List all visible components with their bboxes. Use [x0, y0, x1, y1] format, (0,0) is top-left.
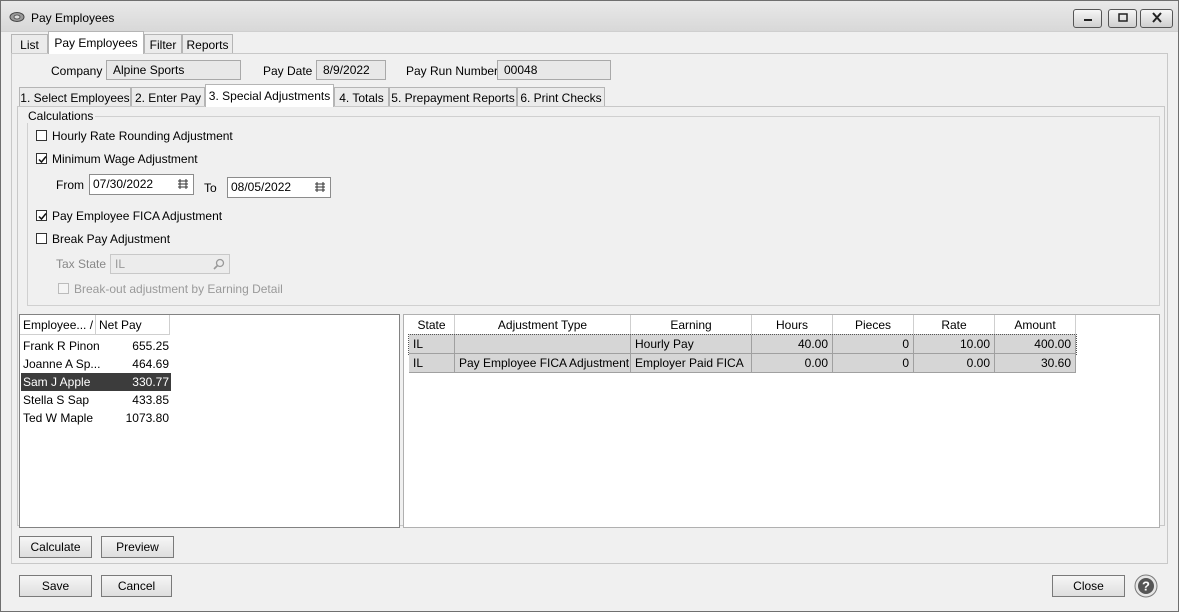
- adjustment-amount: 400.00: [995, 335, 1076, 354]
- checkmark-icon: [38, 156, 47, 164]
- employee-list[interactable]: Employee... / Net Pay Frank R Pinon 655.…: [19, 314, 400, 528]
- fica-label: Pay Employee FICA Adjustment: [52, 209, 223, 223]
- employee-row[interactable]: Stella S Sap 433.85: [21, 391, 171, 409]
- tab-enter-pay[interactable]: 2. Enter Pay: [131, 87, 205, 107]
- employee-row[interactable]: Joanne A Sp... 464.69: [21, 355, 171, 373]
- adjustments-grid[interactable]: State Adjustment Type Earning Hours Piec…: [403, 314, 1160, 528]
- tab-prepayment-reports[interactable]: 5. Prepayment Reports: [389, 87, 517, 107]
- adjustment-rate: 10.00: [914, 335, 995, 354]
- tab-reports[interactable]: Reports: [182, 34, 233, 54]
- calculations-label: Calculations: [26, 109, 96, 123]
- adjustment-type: [455, 335, 631, 354]
- to-date-input[interactable]: 08/05/2022: [227, 177, 331, 198]
- minimum-wage-label: Minimum Wage Adjustment: [52, 152, 198, 166]
- tab-special-adjustments[interactable]: 3. Special Adjustments: [205, 84, 334, 107]
- close-button[interactable]: Close: [1052, 575, 1125, 597]
- maximize-button[interactable]: [1108, 9, 1137, 28]
- employee-net-pay: 1073.80: [125, 411, 169, 425]
- help-icon[interactable]: ?: [1134, 574, 1158, 598]
- tab-pay-employees[interactable]: Pay Employees: [48, 31, 144, 54]
- save-button[interactable]: Save: [19, 575, 92, 597]
- break-pay-checkbox[interactable]: [36, 233, 47, 244]
- employee-name: Sam J Apple: [23, 375, 91, 389]
- close-window-button[interactable]: [1140, 9, 1173, 28]
- employee-name: Frank R Pinon: [23, 339, 100, 353]
- tab-filter[interactable]: Filter: [144, 34, 182, 54]
- app-icon: [9, 12, 25, 22]
- employee-column-header[interactable]: Employee... /: [20, 315, 96, 335]
- adjustment-pieces: 0: [833, 354, 914, 373]
- state-column-header[interactable]: State: [409, 315, 455, 335]
- tax-state-input[interactable]: IL: [110, 254, 230, 274]
- cancel-button[interactable]: Cancel: [101, 575, 172, 597]
- calendar-icon[interactable]: [177, 178, 189, 190]
- breakout-label: Break-out adjustment by Earning Detail: [74, 282, 283, 296]
- preview-button[interactable]: Preview: [101, 536, 174, 558]
- to-label: To: [204, 181, 217, 195]
- adjustment-rate: 0.00: [914, 354, 995, 373]
- calculate-button[interactable]: Calculate: [19, 536, 92, 558]
- to-date-value: 08/05/2022: [231, 180, 292, 194]
- hourly-rounding-checkbox[interactable]: [36, 130, 47, 141]
- adjustment-state: IL: [409, 354, 455, 373]
- adjustment-earning: Hourly Pay: [631, 335, 752, 354]
- employee-row[interactable]: Ted W Maple 1073.80: [21, 409, 171, 427]
- adjustment-hours: 40.00: [752, 335, 833, 354]
- employee-net-pay: 655.25: [132, 339, 169, 353]
- maximize-icon: [1117, 13, 1128, 22]
- employee-net-pay: 433.85: [132, 393, 169, 407]
- pay-employees-window: Pay Employees List Pay Employees Filter …: [0, 0, 1179, 612]
- company-field: Alpine Sports: [106, 60, 241, 80]
- minimize-button[interactable]: [1073, 9, 1102, 28]
- from-date-input[interactable]: 07/30/2022: [89, 174, 194, 195]
- tax-state-value: IL: [115, 257, 126, 271]
- employee-row[interactable]: Frank R Pinon 655.25: [21, 337, 171, 355]
- window-title: Pay Employees: [31, 11, 115, 25]
- company-label: Company: [51, 64, 103, 78]
- tab-totals[interactable]: 4. Totals: [334, 87, 389, 107]
- adjustment-state: IL: [409, 335, 455, 354]
- checkmark-icon: [38, 213, 47, 221]
- employee-net-pay: 330.77: [132, 375, 169, 389]
- calendar-icon[interactable]: [314, 181, 326, 193]
- from-label: From: [56, 178, 84, 192]
- tab-print-checks[interactable]: 6. Print Checks: [517, 87, 605, 107]
- adjustment-type-column-header[interactable]: Adjustment Type: [455, 315, 631, 335]
- amount-column-header[interactable]: Amount: [995, 315, 1076, 335]
- earning-column-header[interactable]: Earning: [631, 315, 752, 335]
- tab-select-employees[interactable]: 1. Select Employees: [19, 87, 131, 107]
- title-bar[interactable]: Pay Employees: [1, 1, 1178, 32]
- break-pay-label: Break Pay Adjustment: [52, 232, 171, 246]
- tax-state-label: Tax State: [56, 257, 107, 271]
- pay-run-label: Pay Run Number: [406, 64, 499, 78]
- pieces-column-header[interactable]: Pieces: [833, 315, 914, 335]
- pay-run-field: 00048: [497, 60, 611, 80]
- employee-name: Stella S Sap: [23, 393, 90, 407]
- adjustment-pieces: 0: [833, 335, 914, 354]
- close-icon: [1151, 12, 1162, 23]
- minimum-wage-checkbox[interactable]: [36, 153, 47, 164]
- from-date-value: 07/30/2022: [93, 177, 154, 191]
- fica-checkbox[interactable]: [36, 210, 47, 221]
- rate-column-header[interactable]: Rate: [914, 315, 995, 335]
- adjustment-amount: 30.60: [995, 354, 1076, 373]
- employee-row-selected[interactable]: Sam J Apple 330.77: [21, 373, 171, 391]
- pay-date-field: 8/9/2022: [316, 60, 386, 80]
- net-pay-column-header[interactable]: Net Pay: [96, 315, 170, 335]
- adjustment-hours: 0.00: [752, 354, 833, 373]
- employee-name: Ted W Maple: [23, 411, 94, 425]
- pay-date-label: Pay Date: [263, 64, 313, 78]
- hours-column-header[interactable]: Hours: [752, 315, 833, 335]
- search-icon[interactable]: [213, 258, 225, 270]
- adjustment-earning: Employer Paid FICA: [631, 354, 752, 373]
- hourly-rounding-label: Hourly Rate Rounding Adjustment: [52, 129, 233, 143]
- breakout-checkbox[interactable]: [58, 283, 69, 294]
- tab-list[interactable]: List: [11, 34, 48, 54]
- minimize-icon: [1083, 19, 1092, 21]
- svg-text:?: ?: [1142, 579, 1150, 594]
- employee-net-pay: 464.69: [132, 357, 169, 371]
- adjustment-type: Pay Employee FICA Adjustment: [455, 354, 631, 373]
- employee-name: Joanne A Sp...: [23, 357, 101, 371]
